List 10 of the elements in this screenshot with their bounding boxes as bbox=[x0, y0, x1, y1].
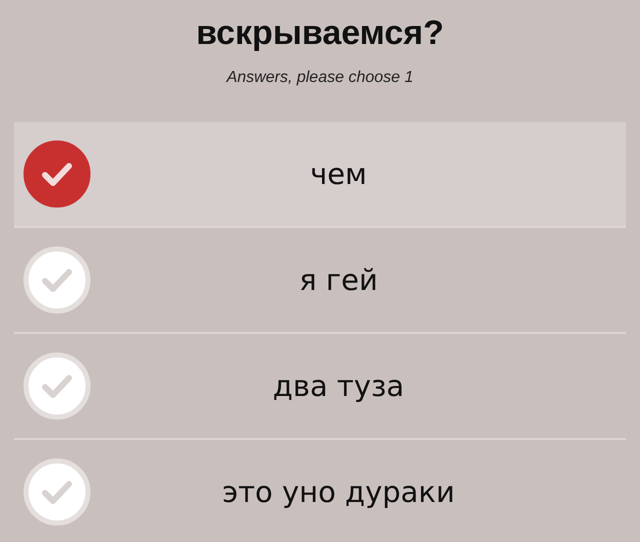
check-circle-icon bbox=[23, 140, 91, 208]
answer-option[interactable]: я гей bbox=[14, 228, 626, 334]
answer-option[interactable]: два туза bbox=[14, 334, 626, 440]
hint-text: Answers, please choose 1 bbox=[226, 69, 414, 87]
question-title: вскрываемся? bbox=[196, 14, 444, 53]
answer-option[interactable]: чем bbox=[14, 122, 626, 228]
answer-option[interactable]: это уно дураки bbox=[14, 440, 626, 542]
check-circle-icon bbox=[23, 246, 91, 314]
check-circle-icon bbox=[23, 352, 91, 420]
check-circle-icon bbox=[23, 458, 91, 526]
